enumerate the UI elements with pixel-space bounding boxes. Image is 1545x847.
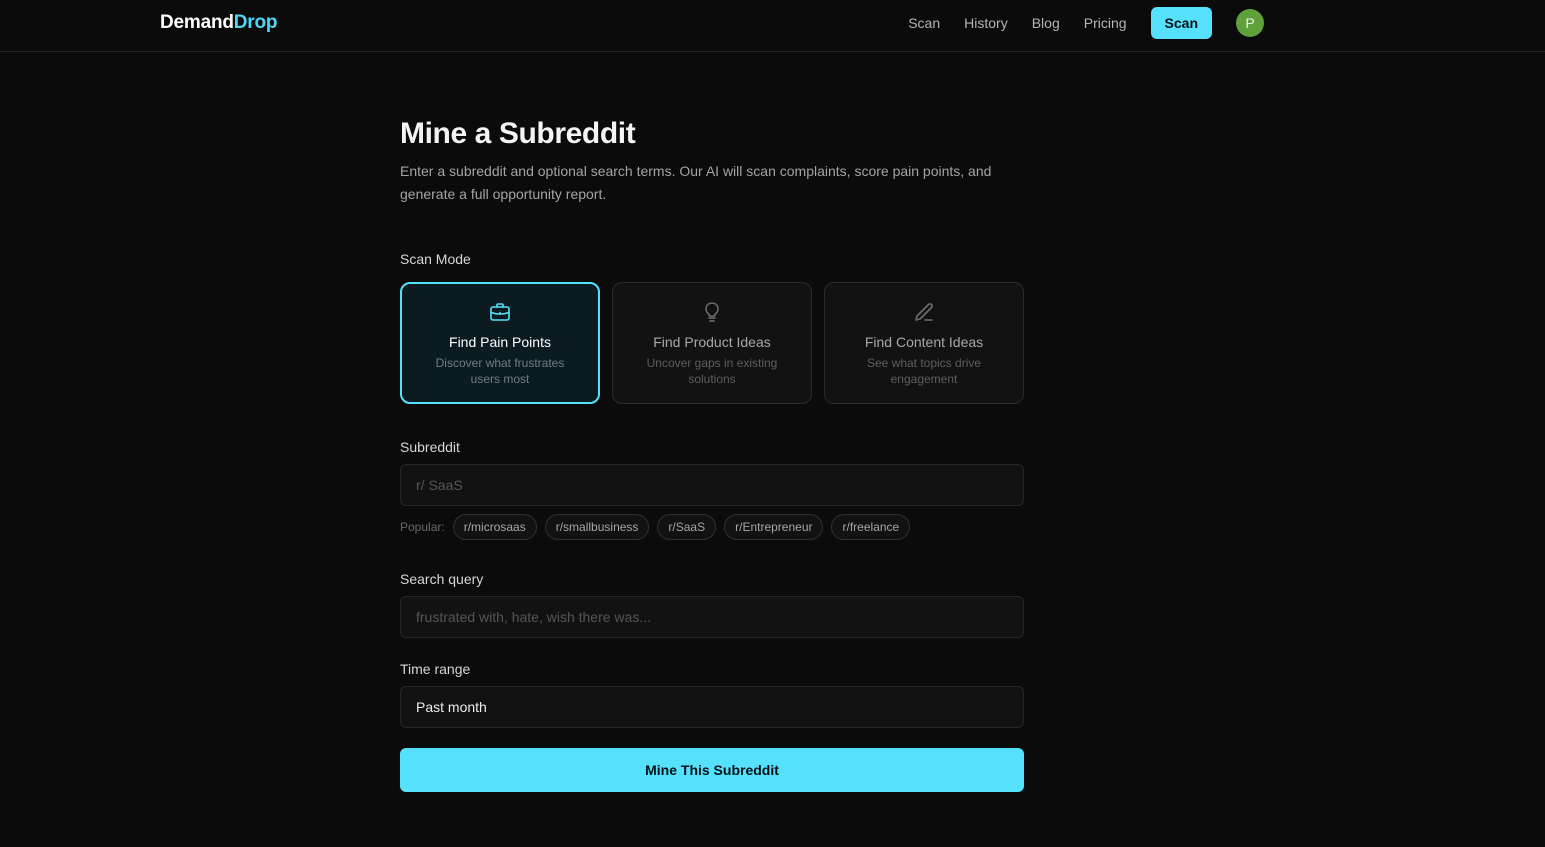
- mine-subreddit-button[interactable]: Mine This Subreddit: [400, 748, 1024, 792]
- nav-link-blog[interactable]: Blog: [1032, 15, 1060, 31]
- mode-card-product-ideas[interactable]: Find Product Ideas Uncover gaps in exist…: [612, 282, 812, 404]
- mode-title: Find Product Ideas: [653, 334, 771, 350]
- page-description: Enter a subreddit and optional search te…: [400, 163, 992, 202]
- brand-logo[interactable]: DemandDrop: [160, 12, 277, 34]
- page-title: Mine a Subreddit: [400, 117, 636, 150]
- mode-title: Find Pain Points: [449, 334, 551, 350]
- brand-name-accent: Drop: [233, 12, 278, 33]
- pencil-icon: [911, 299, 937, 325]
- brand-name-primary: Demand: [160, 12, 234, 33]
- user-avatar[interactable]: P: [1236, 9, 1264, 37]
- top-navigation-bar: DemandDrop Scan History Blog Pricing Sca…: [0, 0, 1545, 52]
- scan-form-panel: Mine a Subreddit Enter a subreddit and o…: [400, 114, 1024, 792]
- mode-title: Find Content Ideas: [864, 334, 984, 350]
- time-range-select[interactable]: Past month: [400, 686, 1024, 728]
- nav-link-scan[interactable]: Scan: [908, 15, 940, 31]
- time-range-value: Past month: [416, 699, 487, 715]
- main-nav: Scan History Blog Pricing Scan P: [908, 7, 1264, 39]
- nav-link-history[interactable]: History: [964, 15, 1008, 31]
- search-query-label: Search query: [400, 571, 484, 587]
- scan-cta-button[interactable]: Scan: [1150, 7, 1212, 39]
- subreddit-label: Subreddit: [400, 439, 460, 455]
- mode-subtitle: Discover what frustrates users most: [435, 356, 565, 386]
- mode-card-content-ideas[interactable]: Find Content Ideas See what topics drive…: [824, 282, 1024, 404]
- scan-mode-label: Scan Mode: [400, 251, 471, 267]
- chip-entrepreneur[interactable]: r/Entrepreneur: [724, 514, 824, 540]
- chip-smallbusiness[interactable]: r/smallbusiness: [544, 514, 650, 540]
- mode-subtitle: See what topics drive engagement: [866, 356, 982, 386]
- nav-link-pricing[interactable]: Pricing: [1084, 15, 1127, 31]
- popular-label: Popular:: [400, 520, 445, 534]
- subreddit-input[interactable]: [400, 464, 1024, 506]
- mode-subtitle: Uncover gaps in existing solutions: [646, 356, 778, 386]
- chip-freelance[interactable]: r/freelance: [831, 514, 911, 540]
- chip-microsaas[interactable]: r/microsaas: [452, 514, 537, 540]
- lightbulb-icon: [699, 299, 725, 325]
- mode-card-pain-points[interactable]: Find Pain Points Discover what frustrate…: [400, 282, 600, 404]
- chip-saas[interactable]: r/SaaS: [657, 514, 717, 540]
- scan-mode-options: Find Pain Points Discover what frustrate…: [400, 282, 1024, 404]
- briefcase-icon: [487, 299, 513, 325]
- search-query-input[interactable]: [400, 596, 1024, 638]
- popular-subreddits: Popular: r/microsaas r/smallbusiness r/S…: [400, 514, 1024, 540]
- time-range-label: Time range: [400, 661, 471, 677]
